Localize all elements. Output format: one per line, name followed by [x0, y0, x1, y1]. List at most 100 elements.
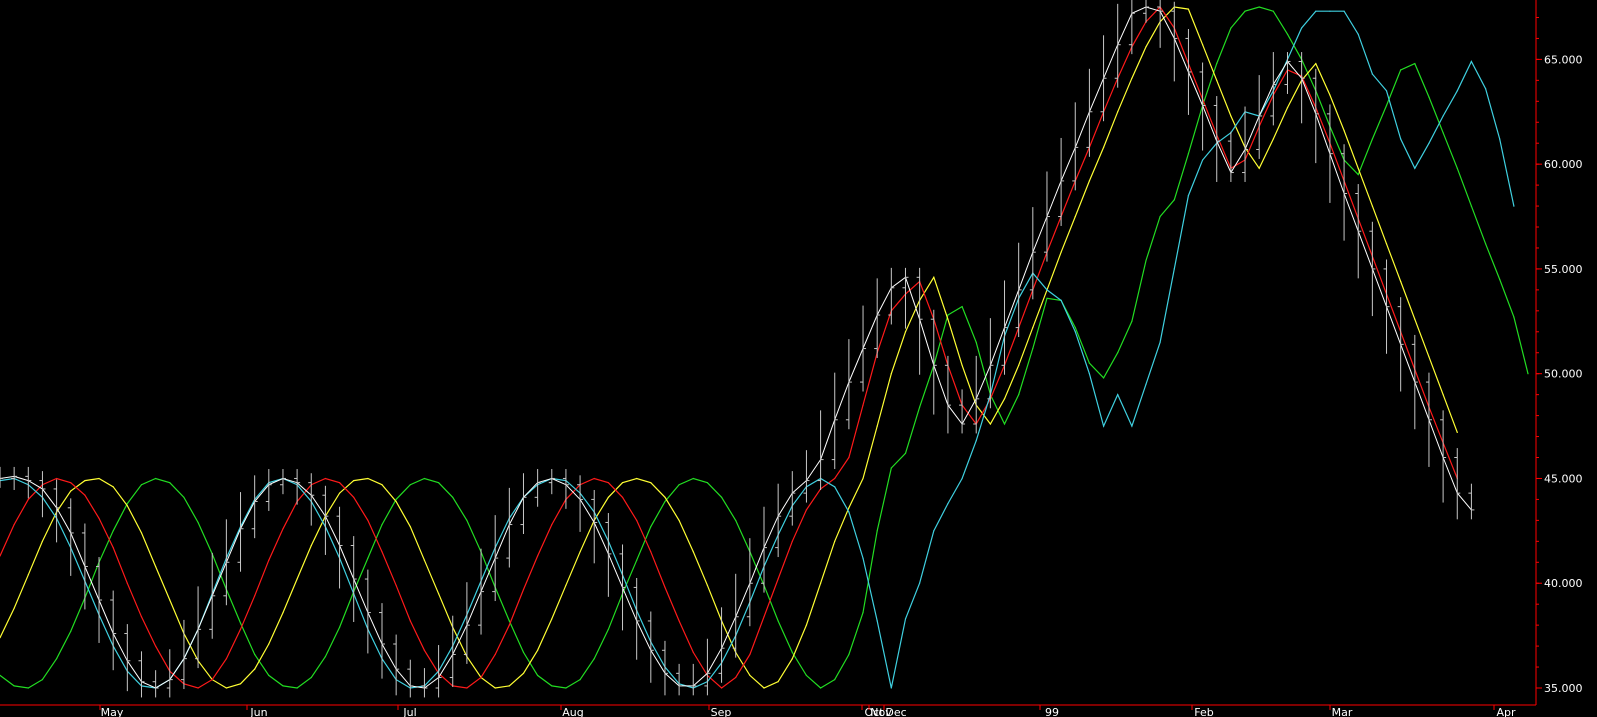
data-point-yellow — [438, 593, 440, 595]
data-point-red — [834, 477, 836, 480]
data-point-red — [763, 616, 765, 618]
data-point-yellow — [522, 672, 525, 674]
data-point-green — [650, 526, 652, 528]
data-point-yellow — [41, 540, 44, 542]
data-point-green — [735, 519, 737, 522]
data-point-cyan — [1159, 341, 1161, 343]
data-point-red — [282, 528, 284, 530]
data-point-red — [239, 628, 242, 630]
data-point-green — [805, 674, 808, 677]
data-point-red — [508, 624, 510, 626]
y-tick-label: 60.000 — [1544, 158, 1583, 171]
data-point-cyan — [919, 582, 921, 584]
data-point-green — [27, 687, 29, 689]
data-point-green — [1046, 297, 1048, 299]
data-point-green — [961, 306, 963, 308]
data-point-green — [508, 620, 510, 622]
data-point-green — [919, 406, 921, 408]
data-point-yellow — [1060, 251, 1062, 253]
data-point-yellow — [27, 574, 29, 576]
data-point-yellow — [1357, 167, 1359, 169]
data-point-cyan — [1343, 10, 1345, 12]
data-point-red — [593, 477, 595, 480]
data-point-green — [1428, 96, 1430, 98]
data-point-yellow — [1385, 243, 1388, 245]
data-point-green — [282, 685, 284, 687]
data-point-red — [27, 498, 29, 500]
data-point-yellow — [367, 477, 369, 480]
data-point-cyan — [1074, 331, 1076, 333]
data-point-cyan — [1456, 90, 1458, 92]
data-point-cyan — [876, 620, 878, 622]
data-point-yellow — [1258, 167, 1260, 169]
data-point-green — [537, 674, 539, 677]
data-point-green — [197, 521, 199, 524]
data-point-red — [339, 482, 341, 484]
data-point-green — [56, 658, 58, 660]
data-point-cyan — [1060, 299, 1062, 301]
data-point-green — [268, 674, 270, 677]
data-point-yellow — [169, 599, 171, 601]
data-point-yellow — [664, 496, 666, 498]
data-point-yellow — [621, 482, 624, 484]
data-point-green — [1456, 167, 1458, 169]
data-point-green — [820, 687, 822, 689]
data-point-green — [1485, 243, 1487, 245]
data-point-green — [41, 679, 44, 681]
data-point-red — [70, 482, 72, 484]
data-point-green — [381, 524, 383, 526]
data-point-green — [1414, 63, 1416, 65]
data-point-green — [593, 658, 595, 660]
data-point-red — [551, 524, 553, 526]
data-point-yellow — [1103, 146, 1105, 148]
data-point-green — [1385, 104, 1388, 107]
data-point-green — [367, 557, 369, 559]
data-point-green — [834, 679, 836, 681]
data-point-cyan — [890, 687, 892, 689]
data-point-red — [480, 676, 482, 679]
data-point-yellow — [579, 551, 581, 553]
data-point-cyan — [947, 503, 949, 505]
data-point-cyan — [961, 477, 963, 480]
data-point-cyan — [1301, 27, 1303, 29]
data-point-yellow — [1343, 130, 1345, 132]
data-point-green — [848, 653, 850, 656]
data-point-green — [1103, 377, 1105, 379]
data-point-cyan — [1357, 33, 1359, 35]
data-point-red — [197, 687, 199, 689]
x-tick-label: Dec — [885, 706, 906, 717]
data-point-red — [621, 496, 624, 498]
data-point-yellow — [1272, 138, 1274, 140]
data-point-green — [1513, 316, 1515, 318]
y-tick-label: 50.000 — [1544, 368, 1583, 381]
x-tick-label: Jun — [249, 706, 267, 717]
data-point-cyan — [1046, 289, 1048, 291]
data-point-cyan — [1371, 73, 1373, 75]
data-point-yellow — [1414, 318, 1416, 320]
data-point-yellow — [1003, 398, 1006, 400]
y-tick-label: 45.000 — [1544, 472, 1583, 485]
data-point-green — [551, 685, 553, 687]
data-point-green — [1131, 320, 1133, 322]
data-point-yellow — [678, 519, 680, 522]
data-point-yellow — [1329, 94, 1331, 96]
data-point-cyan — [1499, 138, 1501, 140]
data-point-cyan — [975, 440, 977, 442]
data-point-green — [791, 651, 793, 654]
data-point-green — [522, 651, 525, 654]
data-point-yellow — [834, 540, 836, 542]
data-point-green — [296, 687, 298, 689]
data-point-yellow — [155, 565, 157, 568]
data-point-yellow — [947, 318, 949, 320]
data-point-cyan — [834, 486, 836, 488]
data-point-yellow — [848, 507, 850, 509]
data-point-yellow — [933, 276, 935, 278]
data-point-yellow — [706, 584, 709, 586]
data-point-yellow — [1088, 180, 1090, 182]
data-point-green — [1187, 153, 1189, 155]
data-point-yellow — [565, 584, 567, 586]
data-point-red — [155, 645, 157, 647]
data-point-green — [1074, 327, 1076, 329]
data-point-yellow — [636, 477, 638, 480]
data-point-red — [848, 456, 850, 459]
